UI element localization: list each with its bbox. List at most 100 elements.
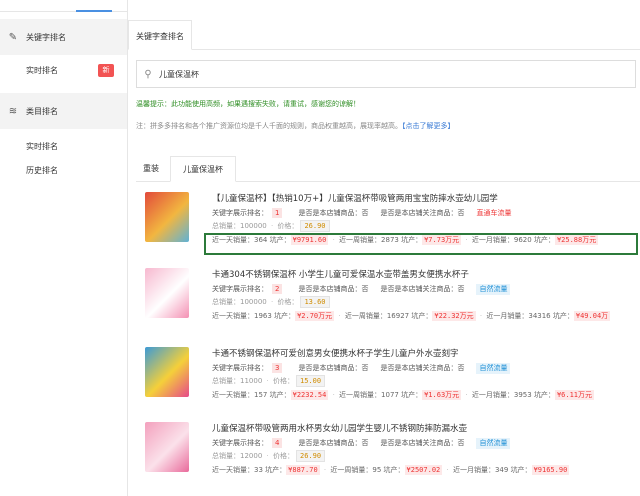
product-meta: 关键字展示排名： 2 是否是本店铺商品：否 是否是本店铺关注商品：否 自然流量	[212, 282, 640, 296]
week-sales: 1077	[381, 391, 399, 399]
money-label: 坑产：	[411, 312, 433, 320]
money-label: 坑产：	[533, 236, 555, 244]
week-sales: 16927	[386, 312, 410, 320]
sidebar-item-label: 实时排名	[26, 142, 58, 151]
product-total: 总销量：100000 · 价格： 13.60	[212, 296, 640, 309]
search-icon: ⚲	[144, 68, 152, 80]
day-sales: 157	[254, 391, 268, 399]
follow-flag: 是否是本店铺关注商品：否	[380, 439, 465, 447]
money-label: 坑产：	[274, 312, 296, 320]
month-money: ¥25.88万元	[554, 235, 599, 245]
total-label: 总销量：	[212, 298, 240, 306]
week-label: 近一周销量：	[344, 312, 387, 320]
product-title[interactable]: 儿童保温杯带吸管两用水杯男女幼儿园学生婴儿不锈钢防摔防漏水壶	[212, 422, 640, 436]
rank-value: 1	[272, 208, 283, 218]
product-info: 卡通不锈钢保温杯可爱创意男女便携水杯子学生儿童户外水壶刻字 关键字展示排名： 3…	[212, 347, 640, 402]
traffic-tag: 自然流量	[476, 283, 511, 295]
sidebar-item-label: 实时排名	[26, 66, 58, 75]
product-title[interactable]: 卡通304不锈钢保温杯 小学生儿童可爱保温水壶带盖男女便携水杯子	[212, 268, 640, 282]
week-money: ¥7.73万元	[422, 235, 462, 245]
product-info: 【儿童保温杯】【热销10万+】儿童保温杯带吸管两用宝宝防摔水壶幼儿园学 关键字展…	[212, 192, 640, 247]
day-money: ¥2.70万元	[295, 311, 335, 321]
day-money: ¥2232.54	[290, 390, 329, 400]
sidebar-group-label: 类目排名	[26, 106, 58, 116]
product-sales: 近一天销量：157 坑产： ¥2232.54 · 近一周销量：1077 坑产： ¥1…	[212, 390, 595, 400]
month-label: 近一月销量：	[452, 466, 495, 474]
rank-label: 关键字展示排名：	[212, 439, 268, 447]
month-sales: 9620	[513, 236, 532, 244]
sidebar-group-category[interactable]: ≋ 类目排名	[0, 93, 127, 129]
total-label: 总销量：	[212, 377, 240, 385]
month-label: 近一月销量：	[471, 391, 514, 399]
tip-text: 温馨提示：此功能使用高频，如果遇搜索失败，请重试，感谢您的谅解！	[136, 100, 360, 108]
product-thumbnail[interactable]	[145, 192, 189, 242]
rank-label: 关键字展示排名：	[212, 285, 268, 293]
product-row[interactable]: 【儿童保温杯】【热销10万+】儿童保温杯带吸管两用宝宝防摔水壶幼儿园学 关键字展…	[136, 192, 640, 250]
month-sales: 3953	[513, 391, 532, 399]
product-row[interactable]: 卡通304不锈钢保温杯 小学生儿童可爱保温水壶带盖男女便携水杯子 关键字展示排名…	[136, 268, 640, 326]
rank-value: 2	[272, 284, 283, 294]
store-flag: 是否是本店铺商品：否	[298, 439, 369, 447]
product-thumbnail[interactable]	[145, 422, 189, 472]
sidebar-group-keyword[interactable]: ✎ 关键字排名	[0, 19, 127, 55]
note-body: 注：拼多多排名和各个推广资源位均是千人千面的规则，商品权重越高，展现率越高。	[136, 122, 402, 130]
week-money: ¥2507.02	[404, 465, 443, 475]
week-sales: 95	[372, 466, 382, 474]
total-value: 11000	[240, 377, 263, 385]
top-tab-bar: 关键字查排名	[128, 20, 640, 50]
money-label: 坑产：	[510, 466, 532, 474]
sidebar-top	[0, 0, 127, 12]
day-label: 近一天销量：	[212, 466, 254, 474]
product-title[interactable]: 【儿童保温杯】【热销10万+】儿童保温杯带吸管两用宝宝防摔水壶幼儿园学	[212, 192, 640, 206]
week-label: 近一周销量：	[339, 391, 382, 399]
price-value: 13.60	[300, 296, 330, 308]
month-money: ¥6.11万元	[554, 390, 595, 400]
money-label: 坑产：	[269, 236, 291, 244]
tab-keyword-result[interactable]: 儿童保温杯	[170, 156, 236, 182]
product-total: 总销量：12000 · 价格： 26.90	[212, 450, 640, 463]
product-info: 卡通304不锈钢保温杯 小学生儿童可爱保温水壶带盖男女便携水杯子 关键字展示排名…	[212, 268, 640, 323]
store-flag: 是否是本店铺商品：否	[298, 364, 369, 372]
price-value: 26.90	[295, 450, 326, 462]
product-row[interactable]: 儿童保温杯带吸管两用水杯男女幼儿园学生婴儿不锈钢防摔防漏水壶 关键字展示排名： …	[136, 422, 640, 480]
sidebar-item-history-rank[interactable]: 历史排名	[0, 155, 127, 187]
price-value: 26.90	[300, 220, 330, 232]
product-meta: 关键字展示排名： 4 是否是本店铺商品：否 是否是本店铺关注商品：否 自然流量	[212, 436, 640, 450]
store-flag: 是否是本店铺商品：否	[298, 209, 369, 217]
day-label: 近一天销量：	[212, 391, 254, 399]
active-tab-indicator	[76, 10, 112, 12]
product-thumbnail[interactable]	[145, 268, 189, 318]
product-row[interactable]: 卡通不锈钢保温杯可爱创意男女便携水杯子学生儿童户外水壶刻字 关键字展示排名： 3…	[136, 347, 640, 405]
tab-keyword-rank[interactable]: 关键字查排名	[128, 20, 192, 50]
tab-reset[interactable]: 重装	[136, 156, 166, 182]
product-info: 儿童保温杯带吸管两用水杯男女幼儿园学生婴儿不锈钢防摔防漏水壶 关键字展示排名： …	[212, 422, 640, 477]
product-thumbnail[interactable]	[145, 347, 189, 397]
search-box: ⚲	[136, 60, 636, 88]
week-label: 近一周销量：	[339, 236, 382, 244]
month-money: ¥49.04万	[573, 311, 611, 321]
product-sales: 近一天销量：364 坑产： ¥9791.60 · 近一周销量：2873 坑产： ¥7…	[212, 235, 599, 245]
money-label: 坑产：	[533, 391, 555, 399]
search-input[interactable]	[159, 69, 599, 79]
total-label: 总销量：	[212, 452, 240, 460]
total-value: 100000	[240, 298, 267, 306]
price-label: 价格：	[277, 298, 299, 306]
sidebar-item-label: 历史排名	[26, 166, 58, 175]
money-label: 坑产：	[552, 312, 574, 320]
money-label: 坑产：	[401, 391, 423, 399]
money-label: 坑产：	[401, 236, 423, 244]
follow-flag: 是否是本店铺关注商品：否	[380, 285, 465, 293]
money-label: 坑产：	[265, 466, 287, 474]
rank-value: 3	[272, 363, 283, 373]
product-title[interactable]: 卡通不锈钢保温杯可爱创意男女便携水杯子学生儿童户外水壶刻字	[212, 347, 640, 361]
week-sales: 2873	[381, 236, 399, 244]
sidebar-item-realtime-rank[interactable]: 实时排名 新	[0, 55, 127, 87]
keyword-tabs: 重装 儿童保温杯	[136, 156, 640, 182]
pen-icon: ✎	[8, 31, 18, 43]
month-money: ¥9165.90	[531, 465, 570, 475]
month-sales: 349	[494, 466, 509, 474]
follow-flag: 是否是本店铺关注商品：否	[380, 364, 465, 372]
learn-more-link[interactable]: 【点击了解更多】	[402, 122, 455, 130]
price-label: 价格：	[272, 452, 294, 460]
week-money: ¥22.32万元	[432, 311, 476, 321]
